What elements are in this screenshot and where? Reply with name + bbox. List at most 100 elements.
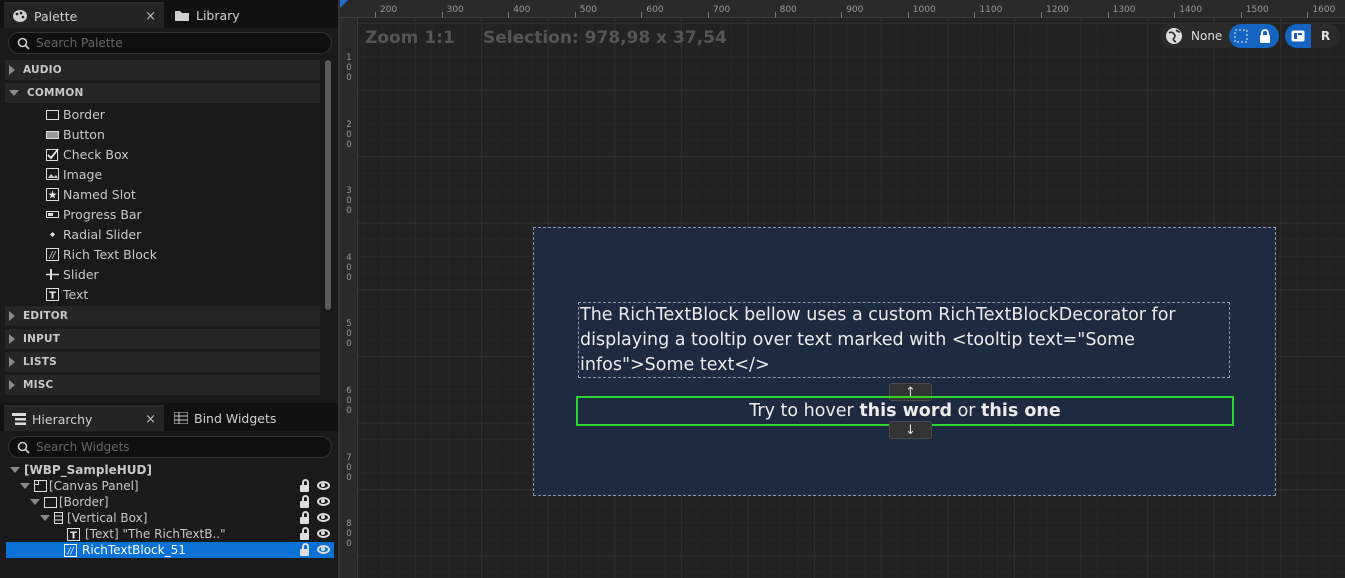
svg-text:T: T — [70, 530, 77, 541]
localization-label: None — [1191, 29, 1223, 43]
expand-arrow-icon — [9, 311, 15, 321]
move-down-button[interactable]: ↓ — [889, 421, 932, 439]
collapse-arrow-icon — [20, 483, 30, 489]
tree-row-vertical-box[interactable]: [Vertical Box] — [6, 510, 334, 526]
ruler-tick — [375, 12, 376, 18]
category-input[interactable]: INPUT — [5, 329, 320, 349]
tree-row-label: [Vertical Box] — [67, 511, 148, 525]
text-icon: T — [67, 527, 80, 541]
ruler-tick — [641, 12, 643, 18]
dotted-square-icon[interactable] — [1229, 24, 1253, 48]
rich-text-part: Try to hover — [749, 401, 860, 421]
unlock-icon[interactable] — [299, 543, 311, 556]
tree-row-richtextblock[interactable]: // RichTextBlock_51 — [6, 542, 334, 558]
tab-library[interactable]: Library — [166, 2, 248, 28]
tree-row-border[interactable]: [Border] — [6, 494, 334, 510]
slider-icon — [46, 268, 59, 281]
hierarchy-tabbar: Hierarchy × Bind Widgets — [0, 403, 338, 431]
ruler-left-label: 500 — [346, 319, 352, 350]
collapse-arrow-icon — [10, 467, 20, 473]
tooltip-word-1[interactable]: this word — [859, 401, 952, 421]
eye-icon[interactable] — [317, 497, 330, 506]
category-input-label: INPUT — [23, 333, 61, 345]
unlock-icon[interactable] — [299, 511, 311, 524]
ruler-tick — [841, 12, 843, 18]
tab-bind-widgets[interactable]: Bind Widgets — [166, 405, 284, 431]
eye-icon[interactable] — [317, 481, 330, 490]
tree-row-root[interactable]: [WBP_SampleHUD] — [6, 462, 334, 478]
designer-viewport[interactable]: 200 300 400 500 600 700 800 900 1000 1100 1200 1300… — [340, 0, 1345, 578]
palette-item-radial-slider[interactable]: Radial Slider — [46, 224, 141, 244]
collapse-arrow-icon — [30, 499, 40, 505]
palette-item-checkbox[interactable]: Check Box — [46, 144, 129, 164]
lock-icon[interactable] — [1253, 24, 1277, 48]
ruler-left-label: 600 — [346, 386, 352, 416]
hierarchy-search-input[interactable] — [36, 440, 316, 454]
ruler-top-label: 1200 — [1046, 5, 1069, 15]
palette-search[interactable] — [8, 32, 332, 54]
ruler-top-label: 900 — [846, 5, 864, 15]
tab-palette-label: Palette — [34, 8, 78, 24]
close-hierarchy-icon[interactable]: × — [145, 412, 156, 427]
text-widget[interactable]: The RichTextBlock bellow uses a custom R… — [578, 302, 1230, 378]
palette-item-label: Progress Bar — [63, 206, 142, 222]
localization-preview-button[interactable]: None — [1160, 24, 1237, 48]
rich-text-icon: // — [46, 247, 59, 261]
collapse-arrow-icon — [40, 515, 50, 521]
eye-icon[interactable] — [317, 513, 330, 522]
category-misc[interactable]: MISC — [5, 375, 320, 395]
palette-search-input[interactable] — [36, 36, 316, 50]
palette-item-text[interactable]: T Text — [46, 284, 88, 304]
tab-hierarchy[interactable]: Hierarchy × — [4, 405, 164, 431]
ruler-left-label: 400 — [346, 252, 352, 283]
category-common[interactable]: COMMON — [5, 83, 320, 103]
tree-row-text[interactable]: T [Text] "The RichTextB.." — [6, 526, 334, 542]
ruler-tick — [508, 12, 510, 18]
category-editor[interactable]: EDITOR — [5, 306, 320, 326]
palette-item-progress-bar[interactable]: Progress Bar — [46, 204, 142, 224]
r-button[interactable]: R — [1311, 24, 1340, 48]
tree-row-label: [Canvas Panel] — [49, 479, 139, 493]
palette-item-named-slot[interactable]: ★ Named Slot — [46, 184, 136, 204]
ruler-top-label: 1100 — [979, 5, 1003, 15]
ruler-top-label: 700 — [713, 5, 731, 15]
tooltip-word-2[interactable]: this one — [981, 401, 1061, 421]
image-icon — [46, 168, 59, 181]
palette-item-rich-text-block[interactable]: // Rich Text Block — [46, 244, 157, 264]
eye-icon[interactable] — [317, 545, 330, 554]
ruler-top-label: 1300 — [1112, 5, 1136, 15]
palette-item-image[interactable]: Image — [46, 164, 102, 184]
close-palette-icon[interactable]: × — [145, 9, 156, 24]
border-icon — [46, 108, 59, 121]
search-icon — [17, 37, 30, 50]
category-audio[interactable]: AUDIO — [5, 60, 320, 80]
checkbox-icon — [46, 147, 59, 161]
expand-arrow-icon — [9, 334, 15, 344]
unlock-icon[interactable] — [299, 479, 311, 492]
tree-row-canvas-panel[interactable]: [Canvas Panel] — [6, 478, 334, 494]
list-icon — [174, 412, 188, 424]
ruler-left-label: 800 — [346, 519, 352, 550]
palette-item-button[interactable]: Button — [46, 124, 105, 144]
tab-palette[interactable]: Palette × — [4, 2, 164, 28]
ruler-tick — [1107, 12, 1109, 18]
palette-item-border[interactable]: Border — [46, 104, 105, 124]
palette-item-label: Rich Text Block — [63, 246, 157, 262]
zoom-label: Zoom 1:1 — [365, 28, 455, 48]
eye-icon[interactable] — [317, 529, 330, 538]
tree-row-label: RichTextBlock_51 — [82, 543, 186, 557]
ruler-left-label: 200 — [346, 119, 352, 150]
palette-item-slider[interactable]: Slider — [46, 264, 99, 284]
category-common-label: COMMON — [27, 87, 84, 99]
hierarchy-search[interactable] — [8, 436, 332, 458]
svg-text:★: ★ — [48, 188, 58, 201]
canvas-panel-icon — [34, 480, 47, 492]
unlock-icon[interactable] — [299, 495, 311, 508]
ruler-tick — [774, 12, 776, 18]
unlock-icon[interactable] — [299, 527, 311, 540]
grid-lock-group — [1229, 24, 1279, 48]
palette-item-label: Check Box — [63, 146, 129, 162]
category-lists[interactable]: LISTS — [5, 352, 320, 372]
layout-icon[interactable] — [1285, 24, 1311, 48]
palette-scrollbar[interactable] — [325, 60, 331, 310]
